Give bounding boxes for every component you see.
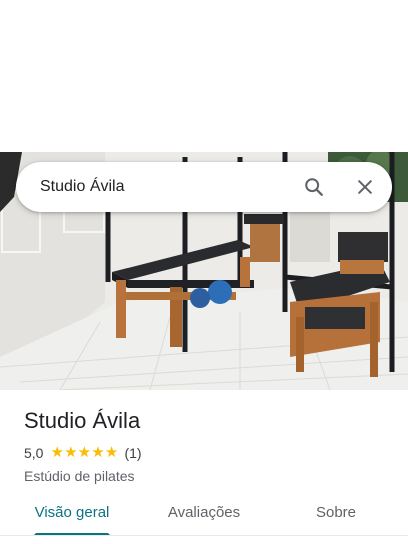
star-icon: ★ [77, 444, 92, 461]
search-input[interactable]: Studio Ávila [40, 162, 125, 212]
star-icon: ★ [50, 444, 64, 461]
search-bar[interactable]: Studio Ávila [16, 162, 392, 212]
star-rating-icon: ★ ★ ★ ★ ★ [50, 444, 119, 461]
close-icon[interactable] [349, 171, 381, 203]
place-title: Studio Ávila [24, 408, 141, 433]
tabs-divider [0, 535, 408, 536]
place-info: Studio Ávila 5,0 ★ ★ ★ ★ ★ (1) Estúdio d… [24, 404, 394, 484]
tab-overview[interactable]: Visão geral [22, 496, 122, 536]
star-icon: ★ [104, 444, 119, 461]
maps-place-screen: Studio Ávila Studio Ávila 5,0 ★ ★ ★ ★ ★ [0, 0, 408, 544]
rating-value: 5,0 [24, 445, 44, 461]
star-icon: ★ [64, 444, 78, 461]
star-icon: ★ [91, 444, 105, 461]
place-category: Estúdio de pilates [24, 468, 135, 484]
review-count: (1) [124, 445, 142, 461]
rating-row[interactable]: 5,0 ★ ★ ★ ★ ★ (1) [24, 443, 394, 463]
tab-about[interactable]: Sobre [296, 496, 376, 536]
search-icon[interactable] [298, 171, 330, 203]
place-tabs: Visão geral Avaliações Sobre [0, 496, 408, 536]
tab-reviews[interactable]: Avaliações [154, 496, 254, 536]
